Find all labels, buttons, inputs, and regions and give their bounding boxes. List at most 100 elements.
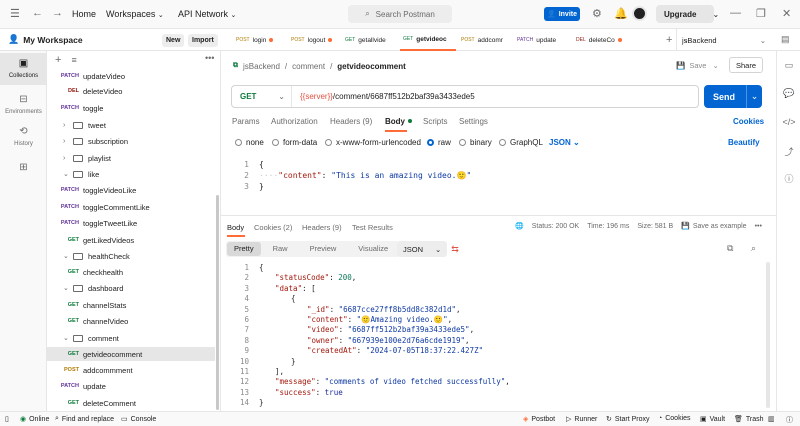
chevron-down-icon[interactable]: ⌄ — [746, 85, 762, 108]
trash-button[interactable]: 🗑 Trash — [734, 415, 764, 424]
chevron-right-icon[interactable]: › — [63, 138, 73, 145]
vault-button[interactable]: ▣ Vault — [700, 415, 725, 424]
search-input[interactable]: ⌕ Search Postman — [348, 5, 452, 23]
info-icon[interactable]: ⓘ — [777, 172, 800, 185]
code-snippet-icon[interactable]: </> — [777, 117, 800, 127]
response-format-select[interactable]: JSON ⌄ — [397, 241, 448, 257]
tab-getvideoc[interactable]: GET getvideoc — [400, 29, 456, 51]
method-select[interactable]: GET ⌄ — [232, 86, 292, 107]
notification-bell-icon[interactable]: 🔔 — [614, 7, 628, 20]
request-item[interactable]: POST addcommment — [47, 363, 215, 377]
share-button[interactable]: Share — [729, 57, 764, 73]
save-button[interactable]: 💾 Save ⌄ — [676, 58, 719, 73]
request-item[interactable]: PATCH toggleVideoLike — [47, 183, 215, 197]
comments-icon[interactable]: 💬 — [777, 88, 800, 99]
tab-params[interactable]: Params — [232, 117, 260, 126]
chevron-down-icon[interactable]: ⌄ — [63, 284, 73, 292]
import-button[interactable]: Import — [188, 34, 218, 47]
breadcrumb-folder[interactable]: comment — [292, 62, 325, 71]
new-button[interactable]: New — [162, 34, 185, 47]
rail-item-collections[interactable]: ▣ Collections — [0, 53, 47, 85]
beautify-link[interactable]: Beautify — [728, 138, 760, 147]
more-options-icon[interactable]: ••• — [755, 223, 762, 230]
view-visualize[interactable]: Visualize — [351, 242, 395, 256]
request-item[interactable]: PATCH update — [47, 379, 215, 393]
find-replace-button[interactable]: ⌕ Find and replace — [55, 415, 114, 423]
filter-icon[interactable]: ≡ — [71, 55, 76, 65]
folder-item[interactable]: ⌄ comment — [47, 331, 215, 345]
request-item[interactable]: GET checkhealth — [47, 265, 215, 279]
tab-scripts[interactable]: Scripts — [423, 117, 447, 126]
tab-body[interactable]: Body — [385, 117, 412, 132]
environment-quick-look-icon[interactable]: ▤ — [781, 34, 790, 45]
rail-item-apps[interactable]: ⊞ — [0, 157, 47, 177]
breadcrumb-request-name[interactable]: getvideocomment — [337, 62, 405, 71]
chevron-right-icon[interactable]: › — [63, 122, 73, 129]
add-icon[interactable]: + — [55, 54, 61, 66]
search-icon[interactable]: ⌕ — [751, 243, 756, 254]
request-item[interactable]: PATCH toggle — [47, 101, 215, 115]
request-body-editor[interactable]: 1 {2 ····"content": "This is an amazing vi… — [221, 158, 772, 212]
view-pretty[interactable]: Pretty — [227, 242, 261, 256]
response-scrollbar[interactable] — [766, 262, 770, 408]
wrap-lines-icon[interactable]: ⇆ — [447, 241, 463, 257]
response-tab-cookies[interactable]: Cookies (2) — [254, 223, 292, 232]
sidebar-toggle[interactable]: ▯ — [5, 415, 9, 423]
tab-headers[interactable]: Headers (9) — [330, 117, 372, 126]
folder-item[interactable]: › tweet — [47, 118, 215, 132]
environment-selector[interactable]: jsBackend ⌄ — [676, 29, 776, 51]
tab-deleteCo[interactable]: DEL deleteCo — [573, 29, 628, 51]
chevron-down-icon[interactable]: ⌄ — [63, 252, 73, 260]
tab-getallvide[interactable]: GET getallvide — [342, 29, 398, 51]
radio-GraphQL[interactable]: GraphQL — [499, 138, 543, 147]
minimize-icon[interactable]: — — [730, 7, 741, 19]
workspaces-menu[interactable]: Workspaces ⌄ — [106, 9, 164, 19]
postbot-button[interactable]: ◈ Postbot — [523, 415, 555, 424]
maximize-icon[interactable]: ❐ — [756, 7, 766, 20]
close-icon[interactable]: ✕ — [782, 7, 791, 20]
tab-login[interactable]: POST login — [233, 29, 285, 51]
folder-item[interactable]: ⌄ dashboard — [47, 281, 215, 295]
more-options-icon[interactable]: ••• — [205, 53, 214, 63]
folder-item[interactable]: ⌄ like — [47, 167, 215, 181]
help-icon[interactable]: ⓘ — [786, 415, 793, 425]
tab-update[interactable]: PATCH update — [514, 29, 570, 51]
view-raw[interactable]: Raw — [266, 242, 295, 256]
cookies-link[interactable]: Cookies — [733, 117, 764, 126]
upgrade-button[interactable]: Upgrade ⌄ — [656, 5, 719, 23]
invite-button[interactable]: 👤 Invite — [544, 7, 580, 21]
folder-item[interactable]: › subscription — [47, 134, 215, 148]
radio-x-www-form-urlencoded[interactable]: x-www-form-urlencoded — [325, 138, 421, 147]
copy-icon[interactable]: ⧉ — [727, 243, 733, 254]
tab-logout[interactable]: POST logout — [288, 29, 340, 51]
view-preview[interactable]: Preview — [303, 242, 344, 256]
request-item[interactable]: GET getvideocomment — [47, 347, 215, 361]
cookies-button[interactable]: ◔ Cookies — [658, 415, 691, 422]
back-arrow-icon[interactable]: ← — [32, 7, 43, 19]
online-status[interactable]: ◉ Online — [20, 415, 49, 424]
rail-item-environments[interactable]: ⊟ Environments — [0, 89, 47, 115]
breadcrumb-collection[interactable]: jsBackend — [243, 62, 280, 71]
rail-item-history[interactable]: ⟲ History — [0, 121, 47, 147]
response-tab-testresults[interactable]: Test Results — [352, 223, 393, 232]
send-button[interactable]: Send ⌄ — [704, 85, 762, 108]
home-link[interactable]: Home — [72, 9, 96, 19]
response-body-viewer[interactable]: 1 {2 "statusCode": 200, 3 "data": [4 {5 "_id":… — [221, 262, 776, 410]
runner-button[interactable]: ▷ Runner — [566, 415, 597, 424]
radio-binary[interactable]: binary — [459, 138, 492, 147]
chevron-down-icon[interactable]: ⌄ — [63, 170, 73, 178]
request-item[interactable]: PATCH toggleCommentLike — [47, 200, 215, 214]
request-item[interactable]: PATCH toggleTweetLike — [47, 216, 215, 230]
radio-form-data[interactable]: form-data — [272, 138, 317, 147]
url-input[interactable]: {{server}}/comment/6687ff512b2baf39a3433… — [300, 92, 475, 101]
settings-gear-icon[interactable]: ⚙ — [592, 7, 602, 20]
body-format-select[interactable]: JSON ⌄ — [549, 138, 580, 147]
documentation-icon[interactable]: ▭ — [777, 60, 800, 71]
radio-none[interactable]: none — [235, 138, 264, 147]
request-item[interactable]: DEL deleteVideo — [47, 84, 215, 98]
console-button[interactable]: ▭ Console — [121, 415, 156, 424]
tab-settings[interactable]: Settings — [459, 117, 488, 126]
avatar[interactable] — [632, 6, 647, 21]
tab-addcomr[interactable]: POST addcomr — [458, 29, 512, 51]
request-item[interactable]: GET channelVideo — [47, 314, 215, 328]
